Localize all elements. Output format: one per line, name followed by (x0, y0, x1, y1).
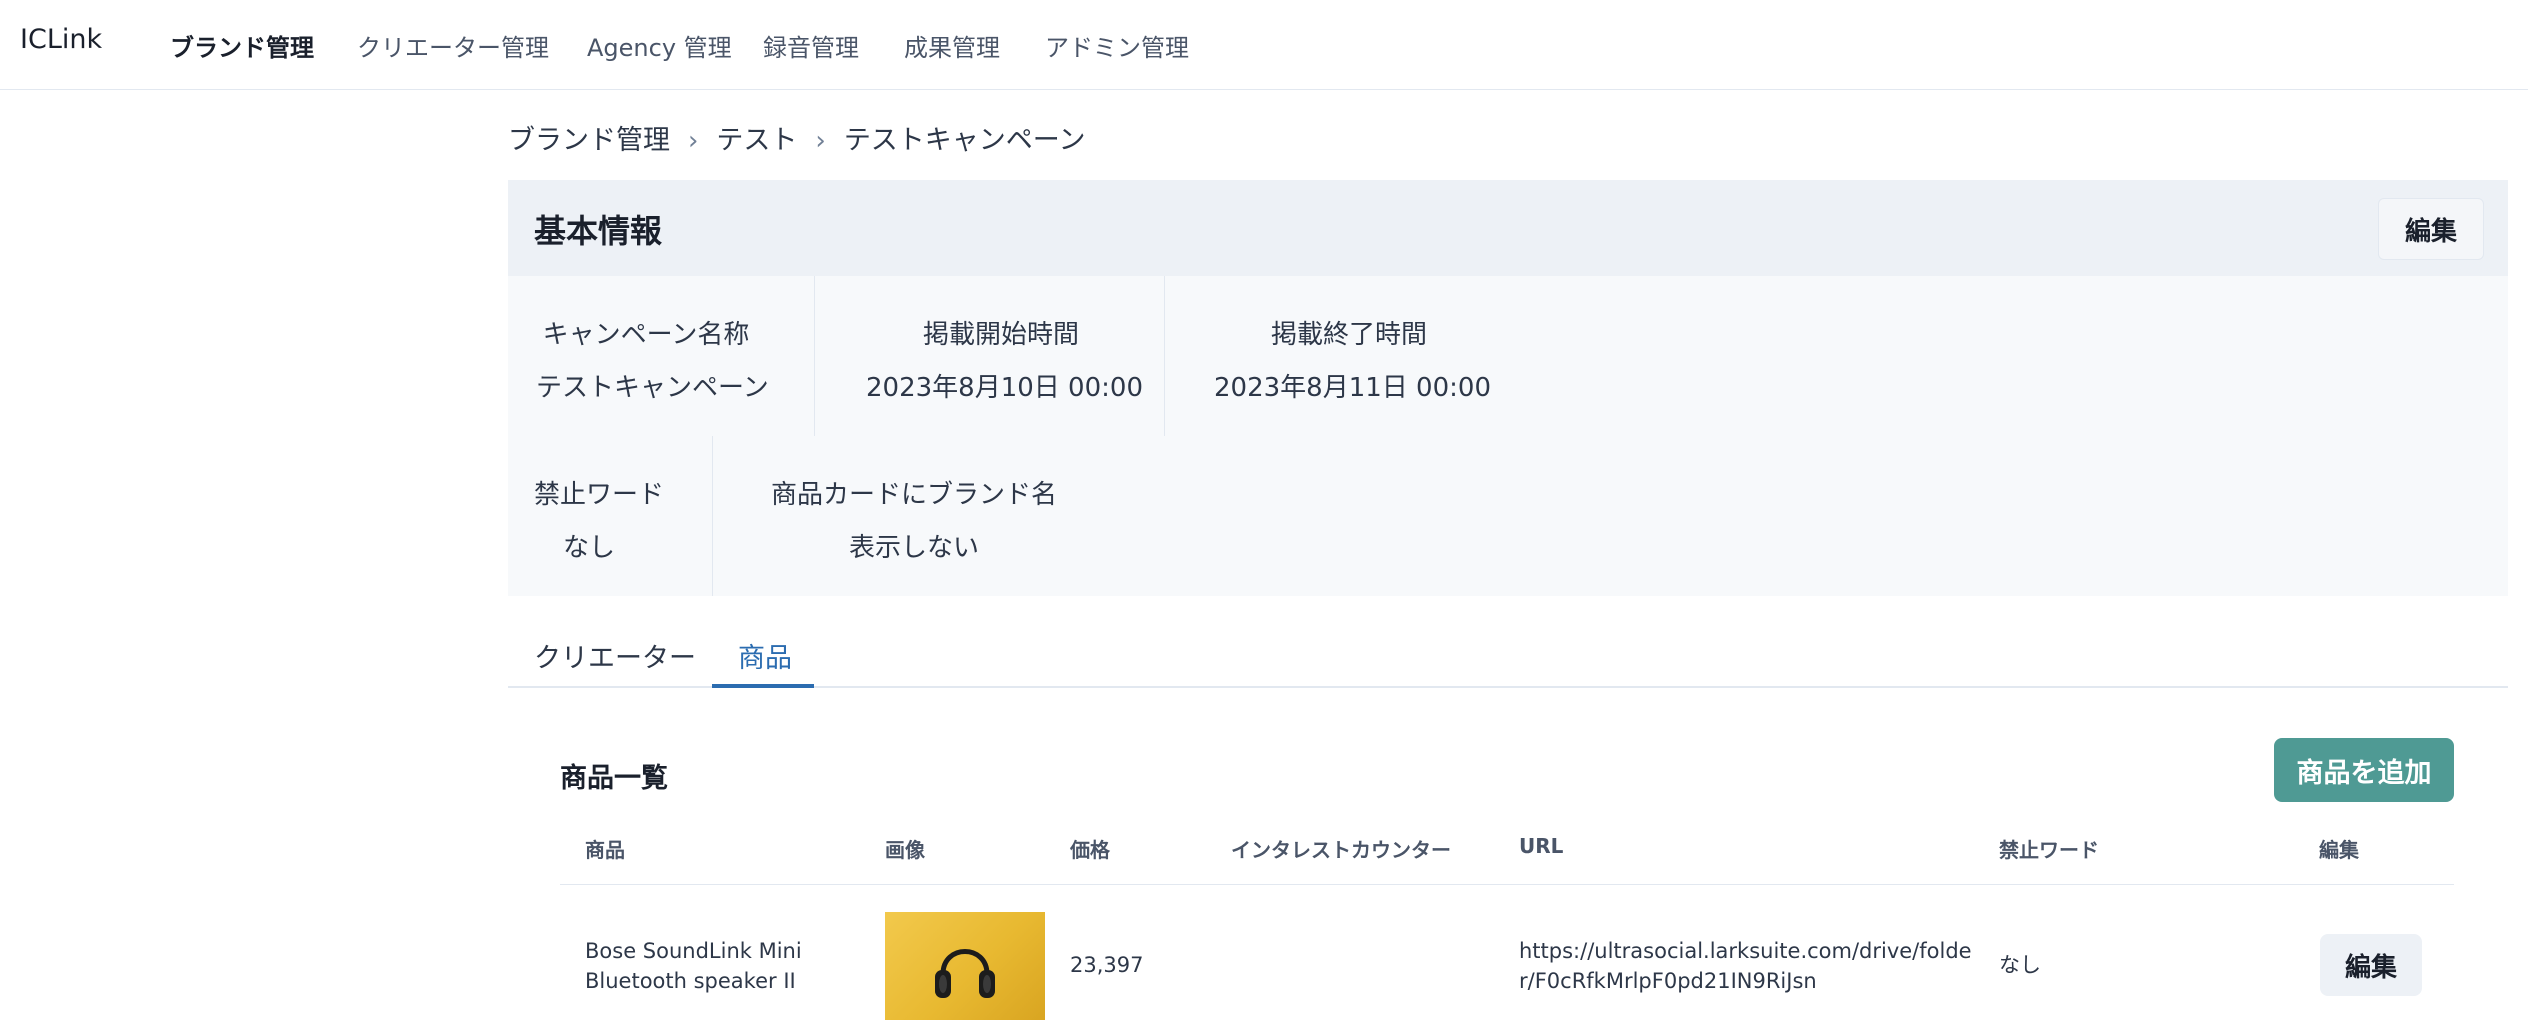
nav-item-creator[interactable]: クリエーター管理 (357, 28, 549, 63)
field-value: 2023年8月10日 00:00 (866, 373, 1143, 403)
table-header-divider (560, 884, 2454, 885)
active-tab-indicator (712, 684, 814, 688)
field-label: キャンペーン名称 (542, 320, 750, 350)
basic-info-title: 基本情報 (534, 212, 663, 250)
nav-item-results[interactable]: 成果管理 (904, 28, 1000, 63)
field-divider (814, 276, 815, 436)
field-end-time: 掲載終了時間 2023年8月11日 00:00 (1214, 314, 1491, 404)
product-name-line: Bluetooth speaker II (585, 969, 796, 993)
column-header-url: URL (1519, 834, 1564, 858)
column-header-interest-counter: インタレストカウンター (1231, 838, 1451, 862)
table-cell-forbidden-words: なし (1999, 953, 2041, 977)
product-name-line: Bose SoundLink Mini (585, 939, 802, 963)
breadcrumb-item-current: テストキャンペーン (843, 125, 1086, 156)
table-cell-price: 23,397 (1070, 953, 1144, 977)
breadcrumb-item-brand-name[interactable]: テスト (716, 125, 797, 156)
nav-item-brand[interactable]: ブランド管理 (170, 28, 314, 63)
basic-info-body: キャンペーン名称 テストキャンペーン 掲載開始時間 2023年8月10日 00:… (508, 276, 2508, 596)
breadcrumb-separator: › (815, 126, 826, 156)
product-edit-button[interactable]: 編集 (2320, 934, 2422, 996)
product-image (885, 912, 1045, 1020)
tab-bar: クリエーター 商品 (508, 620, 2508, 688)
add-product-button[interactable]: 商品を追加 (2274, 738, 2454, 802)
field-brand-name-on-card: 商品カードにブランド名 表示しない (764, 474, 1064, 564)
tab-products[interactable]: 商品 (738, 636, 792, 675)
nav-item-agency[interactable]: Agency 管理 (587, 28, 732, 63)
breadcrumb-item-brand[interactable]: ブランド管理 (508, 125, 670, 156)
field-value: なし (562, 533, 615, 563)
top-navbar: ICLink ブランド管理 クリエーター管理 Agency 管理 録音管理 成果… (0, 0, 2528, 90)
url-link-line[interactable]: https://ultrasocial.larksuite.com/drive/… (1519, 936, 1972, 966)
field-forbidden-words: 禁止ワード なし (534, 474, 665, 564)
headphones-icon (935, 949, 995, 998)
field-value: テストキャンペーン (536, 373, 769, 403)
field-divider (1164, 276, 1165, 436)
breadcrumb: ブランド管理 › テスト › テストキャンペーン (508, 118, 1085, 157)
column-header-image: 画像 (885, 838, 925, 862)
nav-item-admin[interactable]: アドミン管理 (1045, 28, 1189, 63)
field-start-time: 掲載開始時間 2023年8月10日 00:00 (866, 314, 1143, 404)
table-cell-url: https://ultrasocial.larksuite.com/drive/… (1519, 936, 1972, 996)
product-list-title: 商品一覧 (560, 763, 668, 794)
field-label: 掲載開始時間 (922, 320, 1079, 350)
field-label: 禁止ワード (534, 480, 665, 510)
column-header-product: 商品 (585, 838, 625, 862)
nav-item-recording[interactable]: 録音管理 (763, 28, 859, 63)
field-value: 2023年8月11日 00:00 (1214, 373, 1491, 403)
table-cell-product-name: Bose SoundLink Mini Bluetooth speaker II (585, 936, 845, 996)
column-header-forbidden-words: 禁止ワード (1999, 838, 2099, 862)
basic-info-header: 基本情報 編集 (508, 180, 2508, 276)
column-header-edit: 編集 (2319, 838, 2359, 862)
app-logo[interactable]: ICLink (20, 24, 102, 55)
field-divider (712, 436, 713, 596)
url-link-line[interactable]: r/F0cRfkMrlpF0pd21IN9RiJsn (1519, 966, 1959, 996)
tab-creator[interactable]: クリエーター (534, 636, 696, 675)
breadcrumb-separator: › (688, 126, 699, 156)
field-label: 掲載終了時間 (1270, 320, 1427, 350)
field-label: 商品カードにブランド名 (770, 480, 1057, 510)
field-value: 表示しない (848, 533, 979, 563)
column-header-price: 価格 (1070, 838, 1110, 862)
field-campaign-name: キャンペーン名称 テストキャンペーン (536, 314, 769, 404)
basic-info-edit-button[interactable]: 編集 (2378, 198, 2484, 260)
